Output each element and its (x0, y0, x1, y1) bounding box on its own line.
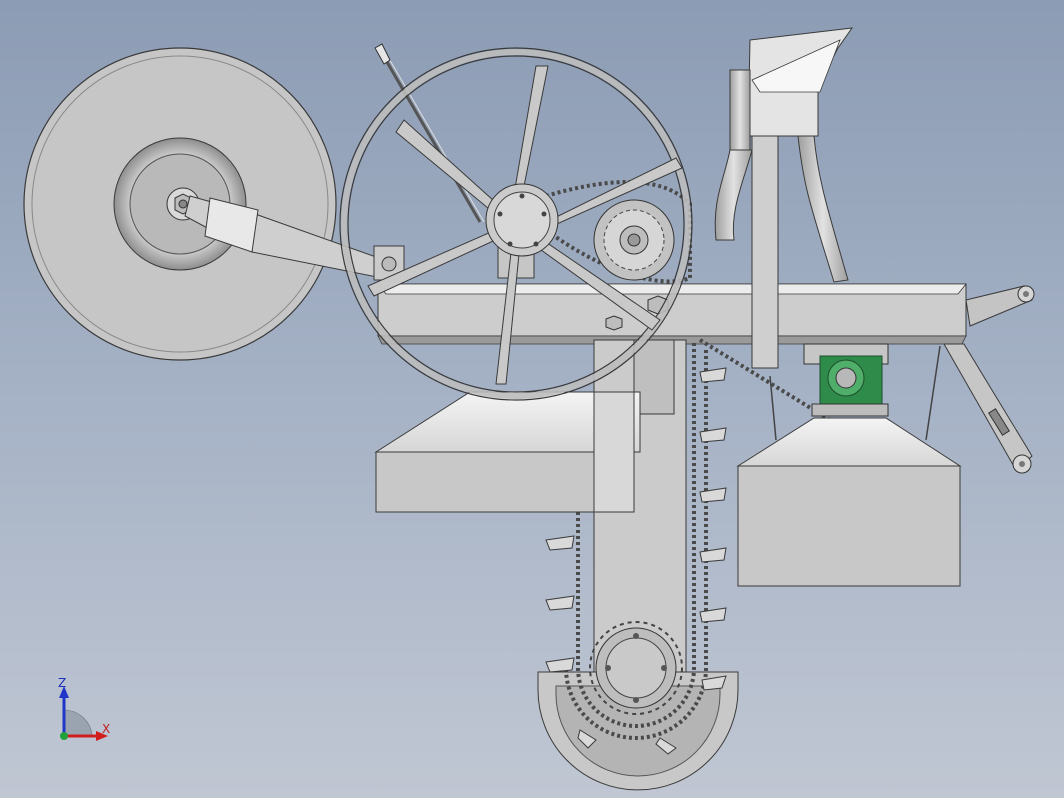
triad-axes-icon (59, 686, 108, 741)
pillow-block-bearing[interactable] (803, 343, 889, 417)
left-hopper[interactable] (374, 391, 641, 513)
cad-viewport[interactable]: Z X (0, 0, 1064, 798)
z-axis-label: Z (58, 676, 67, 690)
gauge-wheel[interactable] (23, 47, 337, 361)
coordinate-triad[interactable]: Z X (40, 670, 130, 760)
x-axis-label: X (102, 722, 111, 736)
machine-assembly-model[interactable] (0, 0, 1064, 798)
